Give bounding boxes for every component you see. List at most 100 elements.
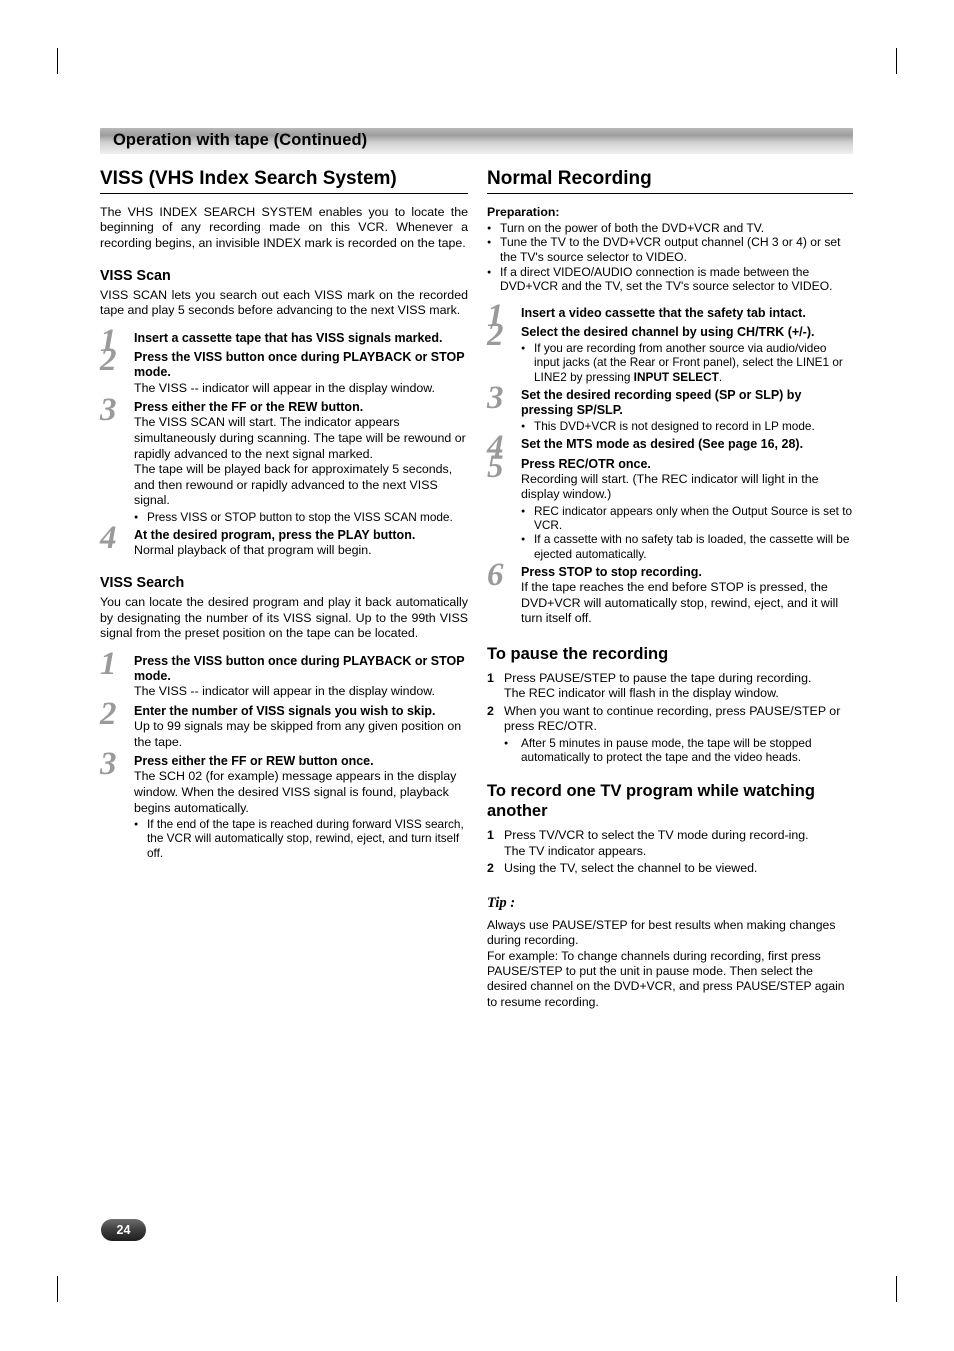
- crop-mark-bottom-right: [896, 1276, 897, 1302]
- step-text: Up to 99 signals may be skipped from any…: [134, 719, 462, 749]
- crop-mark-bottom-left: [57, 1276, 58, 1302]
- bullet-list: If the end of the tape is reached during…: [134, 817, 468, 860]
- bullet-item: If a cassette with no safety tab is load…: [521, 532, 853, 560]
- bullet-list: REC indicator appears only when the Outp…: [521, 504, 853, 561]
- page-number-badge: 24: [101, 1219, 146, 1241]
- numbered-step: 5 Press REC/OTR once. Recording will start…: [487, 450, 853, 561]
- viss-scan-title: VISS Scan: [100, 267, 171, 284]
- preparation-bullet: If a direct VIDEO/AUDIO connection is ma…: [487, 265, 853, 294]
- item-number: 2: [487, 703, 494, 718]
- item-bullets: After 5 minutes in pause mode, the tape …: [504, 736, 853, 764]
- record-section-title: To record one TV program while watching …: [487, 782, 815, 821]
- item-number: 2: [487, 861, 494, 876]
- step-heading: Select the desired channel by using CH/T…: [521, 325, 815, 340]
- step-heading: Enter the number of VISS signals you wis…: [134, 703, 436, 718]
- preparation-label: Preparation:: [487, 204, 560, 219]
- document-page: Operation with tape (Continued) VISS (VH…: [0, 0, 954, 1351]
- viss-search-steps: 1 Press the VISS button once during PLAYB…: [100, 647, 468, 860]
- viss-scan-intro: VISS SCAN lets you search out each VISS …: [100, 287, 468, 318]
- step-number: 2: [100, 695, 116, 732]
- numbered-item: 1 Press TV/VCR to select the TV mode duri…: [487, 828, 853, 859]
- bullet-item: REC indicator appears only when the Outp…: [521, 504, 853, 532]
- step-heading: At the desired program, press the PLAY b…: [134, 528, 416, 543]
- preparation-bullet: Turn on the power of both the DVD+VCR an…: [487, 221, 853, 236]
- step-heading: Insert a cassette tape that has VISS sig…: [134, 330, 443, 345]
- step-text: The tape will be played back for approxi…: [134, 462, 453, 508]
- numbered-item: 2 When you want to continue recording, pr…: [487, 704, 853, 765]
- step-number: 1: [100, 645, 116, 682]
- step-number: 4: [100, 520, 116, 557]
- bullet-list: Press VISS or STOP button to stop the VI…: [134, 510, 468, 525]
- bullet-list: If you are recording from another source…: [521, 341, 853, 384]
- right-title-rule: [487, 192, 853, 194]
- step-heading: Press either the FF or REW button once.: [134, 754, 374, 769]
- numbered-step: 2 Press the VISS button once during PLAYB…: [100, 344, 468, 396]
- numbered-step: 3 Press either the FF or REW button once.…: [100, 748, 468, 860]
- record-section-items: 1 Press TV/VCR to select the TV mode duri…: [487, 828, 853, 877]
- crop-mark-top-left: [57, 48, 58, 74]
- step-heading: Press the VISS button once during PLAYBA…: [134, 653, 465, 684]
- bullet-item: If you are recording from another source…: [521, 341, 853, 384]
- preparation-bullets: Turn on the power of both the DVD+VCR an…: [487, 221, 853, 294]
- left-title-rule: [100, 192, 468, 194]
- step-text: Normal playback of that program will beg…: [134, 543, 372, 558]
- item-subtext: The TV indicator appears.: [504, 843, 647, 858]
- step-text: The SCH 02 (for example) message appears…: [134, 769, 457, 815]
- step-number: 2: [100, 342, 116, 379]
- step-number: 5: [487, 448, 503, 485]
- step-text: Recording will start. (The REC indicator…: [521, 471, 819, 502]
- step-heading: Press STOP to stop recording.: [521, 564, 702, 579]
- step-heading: Press REC/OTR once.: [521, 456, 651, 471]
- numbered-step: 2 Select the desired channel by using CH/…: [487, 319, 853, 384]
- numbered-step: 1 Press the VISS button once during PLAYB…: [100, 647, 468, 700]
- normal-recording-steps: 1 Insert a video cassette that the safety…: [487, 299, 853, 627]
- preparation-bullet: Tune the TV to the DVD+VCR output channe…: [487, 235, 853, 264]
- item-text: Press TV/VCR to select the TV mode durin…: [504, 828, 809, 842]
- item-subtext: The REC indicator will flash in the disp…: [504, 686, 779, 701]
- item-number: 1: [487, 670, 494, 685]
- step-text: If the tape reaches the end before STOP …: [521, 580, 839, 626]
- step-text: The VISS SCAN will start. The indicator …: [134, 415, 466, 461]
- step-number: 6: [487, 556, 503, 593]
- numbered-item: 2 Using the TV, select the channel to be …: [487, 861, 853, 877]
- step-number: 2: [487, 317, 503, 354]
- viss-search-intro: You can locate the desired program and p…: [100, 595, 468, 641]
- right-column: Normal Recording Preparation: Turn on th…: [487, 168, 853, 1010]
- step-heading: Press either the FF or the REW button.: [134, 400, 364, 415]
- pause-section-title: To pause the recording: [487, 644, 669, 663]
- tip-body: Always use PAUSE/STEP for best results w…: [487, 918, 853, 1010]
- step-number: 3: [487, 379, 503, 416]
- numbered-item: 1 Press PAUSE/STEP to pause the tape duri…: [487, 671, 853, 702]
- step-heading: Press the VISS button once during PLAYBA…: [134, 350, 465, 380]
- step-text: The VISS -- indicator will appear in the…: [134, 380, 435, 395]
- item-text: Press PAUSE/STEP to pause the tape durin…: [504, 670, 812, 685]
- step-number: 3: [100, 392, 116, 429]
- item-text: Using the TV, select the channel to be v…: [504, 861, 758, 876]
- numbered-step: 3 Press either the FF or the REW button. T…: [100, 394, 468, 525]
- tip-label: Tip :: [487, 894, 516, 911]
- bullet-item: Press VISS or STOP button to stop the VI…: [134, 510, 468, 525]
- numbered-step: 6 Press STOP to stop recording. If the tap…: [487, 558, 853, 627]
- step-heading: Set the MTS mode as desired (See page 16…: [521, 437, 804, 452]
- banner-title: Operation with tape (Continued): [113, 131, 368, 149]
- viss-scan-steps: 1 Insert a cassette tape that has VISS si…: [100, 324, 468, 559]
- item-number: 1: [487, 828, 494, 842]
- bullet-item: This DVD+VCR is not designed to record i…: [521, 419, 853, 434]
- step-heading: Insert a video cassette that the safety …: [521, 305, 806, 320]
- left-section-title: VISS (VHS Index Search System): [100, 168, 397, 189]
- left-column: VISS (VHS Index Search System) The VHS I…: [100, 168, 468, 864]
- numbered-step: 4 At the desired program, press the PLAY …: [100, 522, 468, 559]
- item-text: When you want to continue recording, pre…: [504, 703, 841, 734]
- bullet-item: After 5 minutes in pause mode, the tape …: [504, 736, 853, 764]
- numbered-step: 4 Set the MTS mode as desired (See page 1…: [487, 431, 853, 464]
- viss-intro: The VHS INDEX SEARCH SYSTEM enables you …: [100, 204, 468, 251]
- crop-mark-top-right: [896, 48, 897, 74]
- bullet-item: If the end of the tape is reached during…: [134, 817, 468, 860]
- pause-section-items: 1 Press PAUSE/STEP to pause the tape duri…: [487, 671, 853, 765]
- viss-search-title: VISS Search: [100, 574, 185, 591]
- numbered-step: 1 Insert a cassette tape that has VISS si…: [100, 324, 468, 357]
- step-text: The VISS -- indicator will appear in the…: [134, 684, 435, 699]
- tip-paragraph: Always use PAUSE/STEP for best results w…: [487, 917, 836, 948]
- tip-paragraph: For example: To change channels during r…: [487, 948, 845, 1009]
- step-heading: Set the desired recording speed (SP or S…: [521, 387, 802, 418]
